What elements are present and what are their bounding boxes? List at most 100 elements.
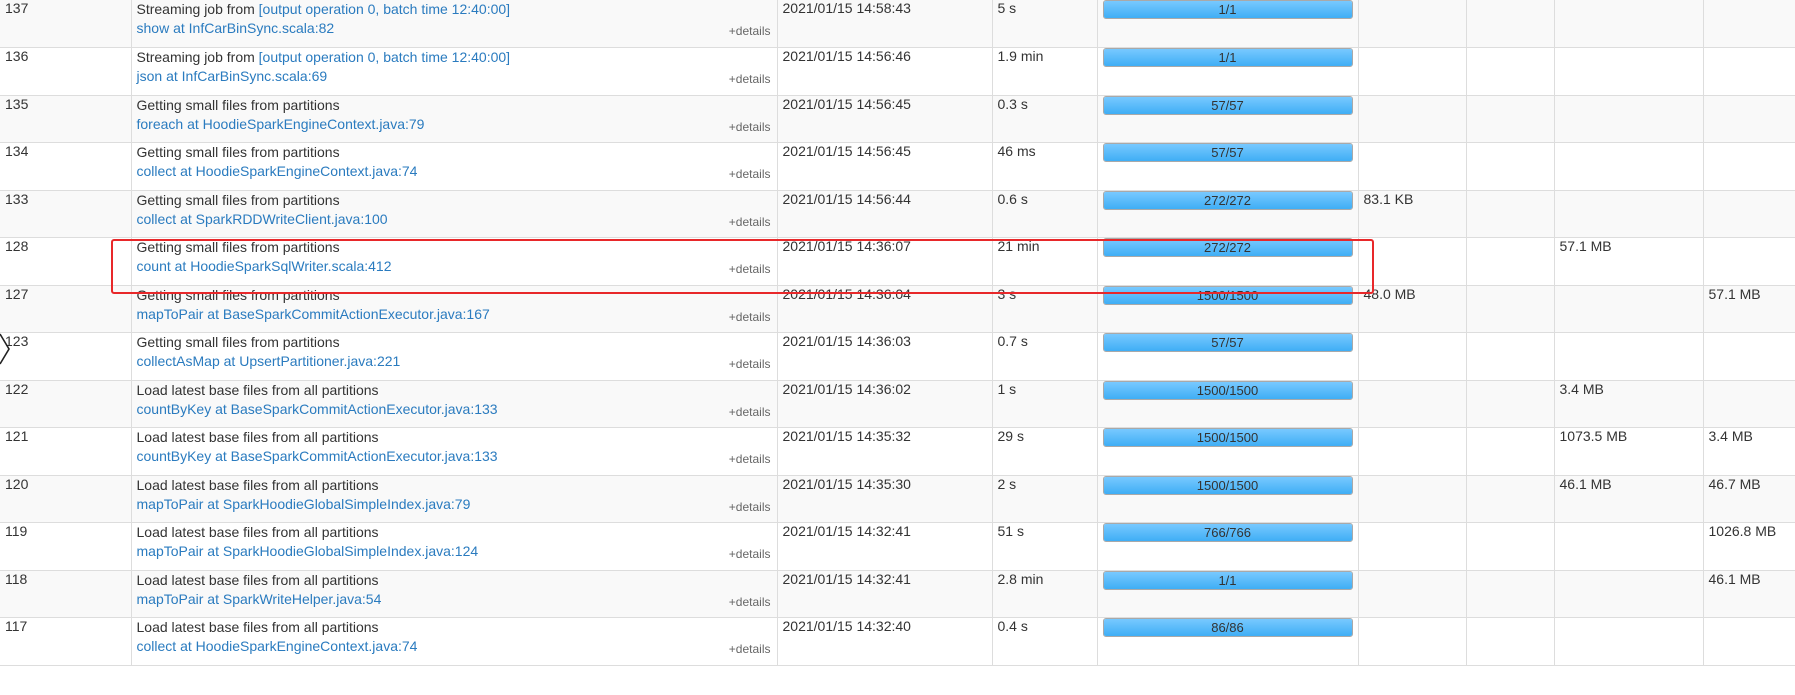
stage-description: Load latest base files from all partitio… bbox=[136, 571, 379, 588]
input-cell bbox=[1358, 522, 1467, 571]
tasks-count: 1500/1500 bbox=[1196, 287, 1259, 303]
tasks-cell: 1500/1500 bbox=[1097, 475, 1359, 523]
tasks-progress-bar: 1/1 bbox=[1102, 570, 1353, 590]
description-cell: Getting small files from partitions count… bbox=[131, 237, 778, 286]
stage-call-site-link[interactable]: collect at SparkRDDWriteClient.java:100 bbox=[137, 210, 772, 229]
details-toggle[interactable]: +details bbox=[729, 500, 771, 514]
details-toggle[interactable]: +details bbox=[729, 405, 771, 419]
input-cell bbox=[1358, 475, 1467, 523]
stage-call-site-link[interactable]: mapToPair at SparkHoodieGlobalSimpleInde… bbox=[137, 495, 772, 514]
details-toggle[interactable]: +details bbox=[729, 167, 771, 181]
input-cell bbox=[1358, 47, 1467, 96]
output-cell bbox=[1466, 427, 1555, 476]
details-toggle[interactable]: +details bbox=[729, 310, 771, 324]
duration: 1 s bbox=[997, 380, 1017, 397]
duration-cell: 51 s bbox=[992, 522, 1098, 571]
batch-link[interactable]: [output operation 0, batch time 12:40:00… bbox=[259, 1, 510, 17]
tasks-progress-bar: 272/272 bbox=[1102, 238, 1353, 257]
stage-id: 135 bbox=[5, 95, 29, 112]
details-toggle[interactable]: +details bbox=[729, 357, 771, 371]
stage-call-site-link[interactable]: mapToPair at BaseSparkCommitActionExecut… bbox=[137, 305, 772, 324]
submitted-time: 2021/01/15 14:35:32 bbox=[782, 428, 911, 444]
tasks-count: 57/57 bbox=[1211, 145, 1244, 160]
tasks-count: 1/1 bbox=[1218, 2, 1237, 17]
output-cell bbox=[1466, 380, 1555, 428]
stage-description: Streaming job from bbox=[136, 49, 259, 65]
details-toggle[interactable]: +details bbox=[729, 452, 771, 466]
tasks-progress-bar: 1500/1500 bbox=[1102, 428, 1353, 447]
stage-row: 118 Load latest base files from all parti… bbox=[0, 570, 1795, 618]
duration-cell: 1 s bbox=[992, 380, 1098, 428]
tasks-progress-bar: 57/57 bbox=[1102, 143, 1353, 162]
tasks-count: 86/86 bbox=[1211, 620, 1244, 635]
stage-description: Getting small files from partitions bbox=[136, 239, 340, 255]
shuffle-write-cell bbox=[1703, 332, 1795, 381]
stage-call-site-link[interactable]: mapToPair at SparkWriteHelper.java:54 bbox=[137, 590, 772, 609]
tasks-cell: 1500/1500 bbox=[1097, 380, 1359, 428]
shuffle-read-cell bbox=[1554, 142, 1704, 191]
stage-id-cell: 121 bbox=[0, 427, 132, 476]
details-toggle[interactable]: +details bbox=[729, 72, 771, 86]
shuffle-write-cell bbox=[1703, 142, 1795, 191]
stage-call-site-link[interactable]: mapToPair at SparkHoodieGlobalSimpleInde… bbox=[137, 542, 772, 561]
stage-row: 119 Load latest base files from all parti… bbox=[0, 522, 1795, 571]
output-cell bbox=[1466, 617, 1555, 666]
duration-cell: 21 min bbox=[992, 237, 1098, 286]
details-toggle[interactable]: +details bbox=[729, 642, 771, 656]
stage-description: Streaming job from bbox=[136, 1, 259, 17]
tasks-cell: 57/57 bbox=[1097, 95, 1359, 143]
batch-link[interactable]: [output operation 0, batch time 12:40:00… bbox=[259, 49, 510, 65]
stage-call-site-link[interactable]: show at InfCarBinSync.scala:82 bbox=[137, 19, 772, 38]
duration-cell: 5 s bbox=[992, 0, 1098, 48]
description-cell: Getting small files from partitions colle… bbox=[131, 142, 778, 191]
details-toggle[interactable]: +details bbox=[729, 24, 771, 38]
shuffle-read-cell: 1073.5 MB bbox=[1554, 427, 1704, 476]
output-cell bbox=[1466, 285, 1555, 333]
stage-row: 133 Getting small files from partitions co… bbox=[0, 190, 1795, 238]
duration: 0.3 s bbox=[997, 95, 1028, 112]
submitted-cell: 2021/01/15 14:32:40 bbox=[777, 617, 993, 666]
details-toggle[interactable]: +details bbox=[729, 595, 771, 609]
shuffle-read-cell: 46.1 MB bbox=[1554, 475, 1704, 523]
stage-call-site-link[interactable]: collect at HoodieSparkEngineContext.java… bbox=[137, 637, 772, 656]
input-size: 83.1 KB bbox=[1363, 190, 1414, 207]
shuffle-read-cell: 3.4 MB bbox=[1554, 380, 1704, 428]
stage-call-site-link[interactable]: collectAsMap at UpsertPartitioner.java:2… bbox=[137, 352, 772, 371]
shuffle-write-cell bbox=[1703, 95, 1795, 143]
duration-cell: 2.8 min bbox=[992, 570, 1098, 618]
tasks-count: 1500/1500 bbox=[1196, 430, 1259, 445]
stage-description: Getting small files from partitions bbox=[136, 334, 340, 350]
duration-cell: 0.3 s bbox=[992, 95, 1098, 143]
shuffle-read-cell bbox=[1554, 617, 1704, 666]
stage-id: 136 bbox=[5, 48, 29, 64]
shuffle-read-cell bbox=[1554, 285, 1704, 333]
tasks-cell: 272/272 bbox=[1097, 237, 1359, 286]
shuffle-read-cell bbox=[1554, 190, 1704, 238]
stage-call-site-link[interactable]: countByKey at BaseSparkCommitActionExecu… bbox=[137, 400, 772, 419]
stage-call-site-link[interactable]: json at InfCarBinSync.scala:69 bbox=[137, 67, 772, 86]
duration-cell: 0.7 s bbox=[992, 332, 1098, 381]
submitted-cell: 2021/01/15 14:36:03 bbox=[777, 332, 993, 381]
duration: 46 ms bbox=[997, 143, 1036, 159]
stage-call-site-link[interactable]: countByKey at BaseSparkCommitActionExecu… bbox=[137, 447, 772, 466]
duration-cell: 0.4 s bbox=[992, 617, 1098, 666]
submitted-time: 2021/01/15 14:36:02 bbox=[782, 380, 911, 397]
stage-id-cell: 135 bbox=[0, 95, 132, 143]
details-toggle[interactable]: +details bbox=[729, 547, 771, 561]
shuffle-write-size: 57.1 MB bbox=[1708, 285, 1761, 302]
description-cell: Load latest base files from all partitio… bbox=[131, 427, 778, 476]
submitted-time: 2021/01/15 14:56:45 bbox=[782, 143, 911, 159]
details-toggle[interactable]: +details bbox=[729, 215, 771, 229]
stage-description: Getting small files from partitions bbox=[136, 191, 340, 208]
shuffle-write-cell: 46.7 MB bbox=[1703, 475, 1795, 523]
submitted-cell: 2021/01/15 14:35:32 bbox=[777, 427, 993, 476]
submitted-cell: 2021/01/15 14:35:30 bbox=[777, 475, 993, 523]
submitted-time: 2021/01/15 14:56:46 bbox=[782, 48, 911, 64]
stage-call-site-link[interactable]: collect at HoodieSparkEngineContext.java… bbox=[137, 162, 772, 181]
stage-row: 123 Getting small files from partitions co… bbox=[0, 332, 1795, 381]
stage-call-site-link[interactable]: count at HoodieSparkSqlWriter.scala:412 bbox=[137, 257, 772, 276]
details-toggle[interactable]: +details bbox=[729, 262, 771, 276]
details-toggle[interactable]: +details bbox=[729, 120, 771, 134]
input-cell bbox=[1358, 95, 1467, 143]
stage-call-site-link[interactable]: foreach at HoodieSparkEngineContext.java… bbox=[137, 115, 772, 134]
